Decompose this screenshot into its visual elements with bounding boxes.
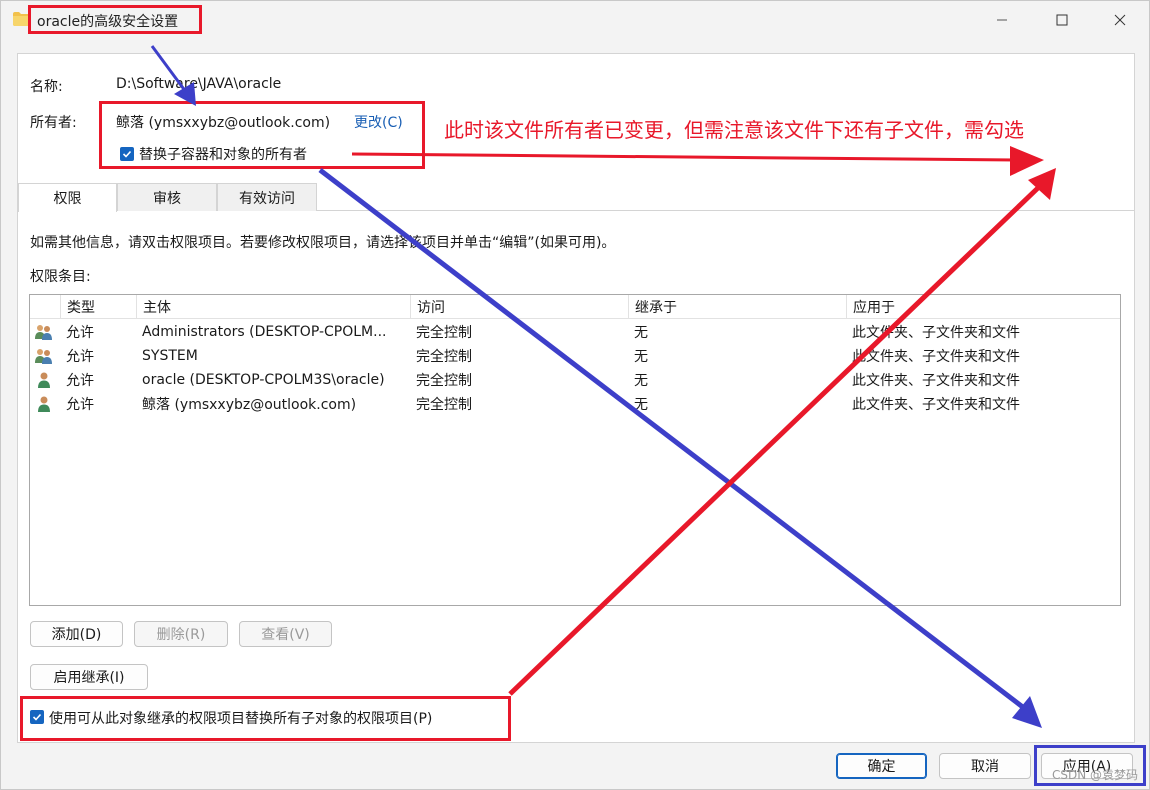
tab-strip: 权限 审核 有效访问	[18, 183, 1134, 212]
cancel-button[interactable]: 取消	[939, 753, 1031, 779]
close-icon	[1114, 14, 1126, 26]
tab-effective-access[interactable]: 有效访问	[217, 183, 317, 211]
close-button[interactable]	[1097, 1, 1143, 39]
permission-entries-list[interactable]: 类型 主体 访问 继承于 应用于 允许 Administrators (DESK…	[29, 294, 1121, 606]
cell-access: 完全控制	[416, 325, 472, 341]
table-row[interactable]: 允许 SYSTEM 完全控制 无 此文件夹、子文件夹和文件	[30, 344, 1120, 368]
cell-access: 完全控制	[416, 349, 472, 365]
column-header-access[interactable]: 访问	[410, 295, 628, 319]
user-icon	[38, 372, 50, 388]
maximize-button[interactable]	[1039, 1, 1085, 39]
cell-applies: 此文件夹、子文件夹和文件	[852, 397, 1020, 413]
maximize-icon	[1056, 14, 1068, 26]
entries-label: 权限条目:	[30, 269, 91, 285]
cell-type: 允许	[66, 325, 94, 341]
cell-inherited: 无	[634, 349, 648, 365]
cell-access: 完全控制	[416, 373, 472, 389]
owner-label: 所有者:	[30, 115, 77, 131]
column-header-applies[interactable]: 应用于	[846, 295, 1120, 319]
name-label: 名称:	[30, 79, 63, 95]
annotation-owner-box	[99, 101, 425, 169]
tab-auditing[interactable]: 审核	[117, 183, 217, 211]
cell-access: 完全控制	[416, 397, 472, 413]
cell-type: 允许	[66, 373, 94, 389]
column-header-type[interactable]: 类型	[60, 295, 136, 319]
cell-principal: oracle (DESKTOP-CPOLM3S\oracle)	[142, 372, 385, 388]
group-users-icon	[35, 349, 52, 364]
group-users-icon	[35, 325, 52, 340]
cell-type: 允许	[66, 349, 94, 365]
cell-inherited: 无	[634, 325, 648, 341]
info-text: 如需其他信息，请双击权限项目。若要修改权限项目，请选择该项目并单击“编辑”(如果…	[30, 235, 616, 251]
cell-applies: 此文件夹、子文件夹和文件	[852, 373, 1020, 389]
ok-button[interactable]: 确定	[836, 753, 927, 779]
cell-principal: SYSTEM	[142, 348, 198, 364]
add-button[interactable]: 添加(D)	[30, 621, 123, 647]
watermark: CSDN @袁梦码	[1051, 768, 1138, 782]
remove-button[interactable]: 删除(R)	[134, 621, 228, 647]
cell-inherited: 无	[634, 397, 648, 413]
cell-applies: 此文件夹、子文件夹和文件	[852, 349, 1020, 365]
user-icon	[38, 396, 50, 412]
enable-inheritance-button[interactable]: 启用继承(I)	[30, 664, 148, 690]
list-header: 类型 主体 访问 继承于 应用于	[30, 295, 1120, 319]
cell-principal: 鲸落 (ymsxxybz@outlook.com)	[142, 397, 357, 413]
name-value: D:\Software\JAVA\oracle	[116, 76, 282, 92]
annotation-checkbox-box	[20, 696, 511, 741]
annotation-title-box	[28, 5, 202, 34]
column-header-principal[interactable]: 主体	[136, 295, 410, 319]
table-row[interactable]: 允许 oracle (DESKTOP-CPOLM3S\oracle) 完全控制 …	[30, 368, 1120, 392]
cell-type: 允许	[66, 397, 94, 413]
cell-applies: 此文件夹、子文件夹和文件	[852, 325, 1020, 341]
table-row[interactable]: 允许 Administrators (DESKTOP-CPOLM... 完全控制…	[30, 320, 1120, 344]
cell-inherited: 无	[634, 373, 648, 389]
table-row[interactable]: 允许 鲸落 (ymsxxybz@outlook.com) 完全控制 无 此文件夹…	[30, 392, 1120, 416]
minimize-icon	[997, 19, 1007, 21]
view-button[interactable]: 查看(V)	[239, 621, 332, 647]
minimize-button[interactable]	[979, 1, 1025, 39]
cell-principal: Administrators (DESKTOP-CPOLM...	[142, 324, 387, 340]
column-header-inherited[interactable]: 继承于	[628, 295, 846, 319]
annotation-text: 此时该文件所有者已变更，但需注意该文件下还有子文件，需勾选	[444, 118, 1024, 142]
tab-permissions[interactable]: 权限	[18, 183, 117, 212]
